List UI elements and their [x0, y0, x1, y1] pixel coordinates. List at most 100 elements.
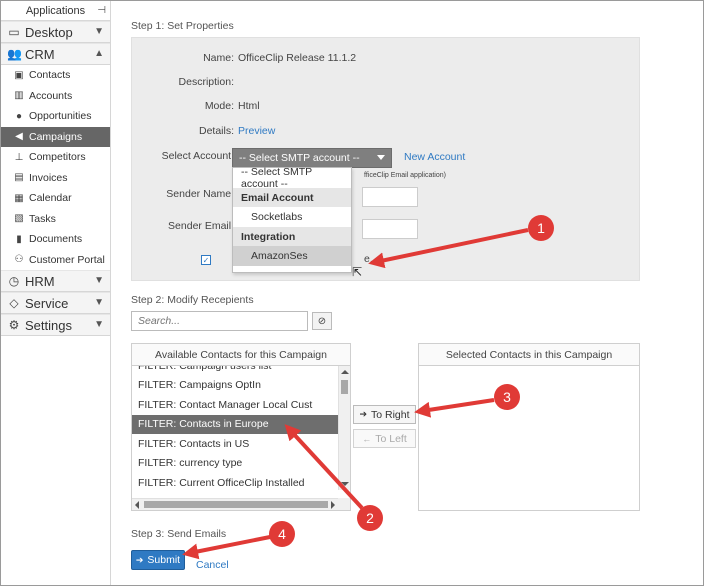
sidebar-section-label: Desktop [25, 24, 73, 40]
sidebar-item-calendar[interactable]: ▦ Calendar [1, 188, 110, 209]
list-item-selected[interactable]: FILTER: Contacts in Europe [132, 414, 338, 434]
scroll-thumb[interactable] [144, 501, 328, 508]
dropdown-arrow-icon [377, 155, 385, 160]
sidebar-section-label: Settings [25, 317, 72, 333]
list-item[interactable]: FILTER: Current OfficeClip Installed [132, 473, 338, 490]
sender-name-input[interactable] [362, 187, 418, 207]
list-item[interactable]: FILTER: currency type [132, 454, 338, 474]
address-card-icon: ▣ [14, 69, 24, 81]
scroll-right-icon[interactable] [331, 501, 335, 509]
to-right-button[interactable]: ➔ To Right [353, 405, 416, 424]
pin-icon[interactable]: ⊣ [97, 5, 106, 16]
step2-title: Step 2: Modify Recepients [131, 294, 254, 306]
money-bag-icon: ● [15, 110, 23, 122]
sidebar-item-label: Opportunities [29, 110, 92, 123]
chevron-down-icon: ▼ [94, 275, 104, 286]
checkbox-trailing-text: e. [364, 253, 373, 265]
name-label: Name: [203, 52, 234, 64]
sidebar-item-invoices[interactable]: ▤ Invoices [1, 168, 110, 189]
horizontal-scrollbar[interactable] [132, 498, 338, 510]
arrow-left-icon: ← [362, 433, 372, 444]
scroll-up-icon[interactable] [341, 370, 349, 374]
dropdown-option-amazonses[interactable]: AmazonSes [233, 246, 351, 266]
sidebar-item-contacts[interactable]: ▣ Contacts [1, 65, 110, 86]
details-label: Details: [198, 125, 234, 137]
gear-icon: ⚙ [8, 318, 20, 332]
bullhorn-icon: ◀ [15, 131, 23, 143]
document-icon: ▮ [16, 233, 22, 245]
smtp-account-select[interactable]: -- Select SMTP account -- [232, 148, 392, 168]
sidebar-item-documents[interactable]: ▮ Documents [1, 229, 110, 250]
scrollbar-corner [338, 498, 350, 510]
sidebar-section-settings[interactable]: ⚙ Settings ▼ [1, 314, 110, 336]
sidebar-item-accounts[interactable]: ▥ Accounts [1, 86, 110, 107]
sender-email-input[interactable] [362, 219, 418, 239]
step1-title: Step 1: Set Properties [131, 20, 234, 32]
clock-icon: ◷ [8, 274, 20, 288]
sidebar-item-tasks[interactable]: ▧ Tasks [1, 209, 110, 230]
available-contacts-list[interactable]: FILTER: Campaign users list FILTER: Camp… [132, 366, 338, 490]
to-left-button[interactable]: ← To Left [353, 429, 416, 448]
sidebar-item-label: Documents [29, 233, 83, 246]
to-right-label: To Right [371, 408, 410, 421]
preview-link[interactable]: Preview [238, 125, 275, 137]
submit-button[interactable]: ➔ Submit [131, 550, 185, 570]
list-item[interactable]: FILTER: Contacts in US [132, 434, 338, 454]
chevron-up-icon: ▲ [94, 48, 104, 59]
description-label: Description: [178, 76, 234, 88]
applications-label: Applications [25, 4, 86, 17]
name-value: OfficeClip Release 11.1.2 [238, 52, 357, 64]
sidebar-section-desktop[interactable]: ▭ Desktop ▼ [1, 21, 110, 43]
bank-icon: ▥ [14, 90, 24, 102]
sitemap-icon: ⊥ [14, 151, 24, 163]
sidebar-item-label: Invoices [29, 171, 68, 184]
select-account-label: Select Account: [161, 150, 234, 162]
sidebar-section-service[interactable]: ◇ Service ▼ [1, 292, 110, 314]
scroll-thumb[interactable] [341, 380, 348, 394]
dropdown-group-email-account: Email Account [233, 188, 351, 207]
sidebar-section-hrm[interactable]: ◷ HRM ▼ [1, 270, 110, 292]
sidebar-section-crm[interactable]: 👥 CRM ▲ [1, 43, 110, 65]
sender-email-label: Sender Email: [168, 220, 234, 232]
sidebar-item-label: Campaigns [29, 130, 83, 143]
service-icon: ◇ [9, 296, 19, 310]
dropdown-option-socketlabs[interactable]: Socketlabs [233, 207, 351, 227]
new-account-link[interactable]: New Account [404, 151, 465, 163]
selected-contacts-header: Selected Contacts in this Campaign [419, 344, 639, 366]
users-icon: 👥 [7, 47, 22, 61]
sidebar-section-label: Service [25, 295, 69, 311]
calendar-icon: ▦ [14, 192, 24, 204]
step3-title: Step 3: Send Emails [131, 528, 227, 540]
list-item[interactable]: FILTER: Campaigns OptIn [132, 376, 338, 396]
properties-panel: Name: OfficeClip Release 11.1.2 Descript… [131, 37, 640, 281]
sidebar-item-customer-portal[interactable]: ⚇ Customer Portal [1, 250, 110, 271]
available-contacts-panel: Available Contacts for this Campaign FIL… [131, 343, 351, 511]
sidebar-item-competitors[interactable]: ⊥ Competitors [1, 147, 110, 168]
account-note: fficeClip Email application) [364, 172, 446, 179]
recipient-search-input[interactable] [131, 311, 308, 331]
vertical-scrollbar[interactable] [338, 366, 350, 490]
chevron-down-icon: ▼ [94, 319, 104, 330]
select-value: -- Select SMTP account -- [239, 152, 360, 164]
applications-header[interactable]: Applications ⊣ [1, 1, 110, 21]
available-contacts-header: Available Contacts for this Campaign [132, 344, 350, 366]
clear-search-button[interactable]: ⊘ [312, 312, 332, 330]
sidebar-item-label: Competitors [29, 151, 86, 164]
dropdown-option-placeholder[interactable]: -- Select SMTP account -- [233, 166, 351, 190]
chevron-down-icon: ▼ [94, 297, 104, 308]
scroll-left-icon[interactable] [135, 501, 139, 509]
cancel-link[interactable]: Cancel [196, 559, 229, 571]
to-left-label: To Left [375, 432, 407, 445]
sidebar-item-label: Tasks [29, 212, 56, 225]
list-item[interactable]: FILTER: Contact Manager Local Cust [132, 395, 338, 415]
ban-icon: ⊘ [317, 315, 327, 327]
sidebar-item-campaigns[interactable]: ◀ Campaigns [1, 126, 110, 147]
dropdown-group-integration: Integration [233, 227, 351, 246]
sidebar-item-opportunities[interactable]: ● Opportunities [1, 106, 110, 127]
list-item[interactable]: FILTER: Campaign users list [132, 366, 338, 376]
scroll-down-icon[interactable] [341, 482, 349, 486]
main-content: Step 1: Set Properties Name: OfficeClip … [112, 0, 704, 586]
user-portal-icon: ⚇ [14, 254, 24, 266]
sidebar-section-label: CRM [25, 46, 55, 62]
option-checkbox[interactable]: ✓ [201, 255, 211, 265]
